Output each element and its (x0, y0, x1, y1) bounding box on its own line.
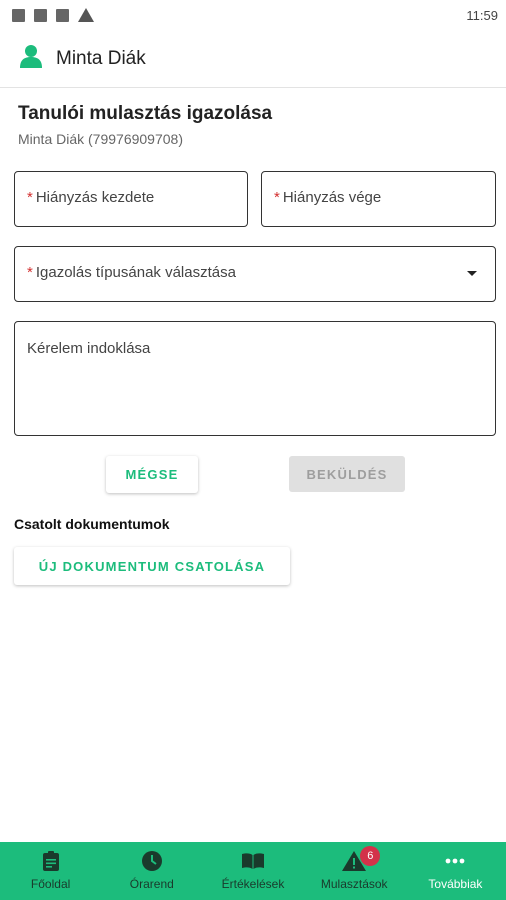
nav-item-timetable[interactable]: Órarend (101, 842, 202, 900)
nav-label: Továbbiak (428, 877, 483, 891)
status-bar: 11:59 (0, 0, 506, 30)
notification-square-icon (34, 8, 47, 22)
add-document-button[interactable]: ÚJ DOKUMENTUM CSATOLÁSA (14, 547, 290, 585)
required-marker: * (274, 189, 280, 206)
nav-item-grades[interactable]: Értékelések (202, 842, 303, 900)
required-marker: * (27, 264, 33, 281)
nav-label: Értékelések (221, 877, 285, 891)
nav-label: Mulasztások (320, 877, 388, 891)
nav-label: Főoldal (30, 877, 71, 891)
reason-textarea[interactable]: Kérelem indoklása (14, 321, 496, 436)
more-dots-icon (445, 851, 465, 871)
nav-item-more[interactable]: Továbbiak (405, 842, 506, 900)
nav-item-absences[interactable]: Mulasztások 6 (304, 842, 405, 900)
person-icon[interactable] (20, 44, 42, 73)
required-marker: * (27, 189, 33, 206)
absence-end-label: Hiányzás vége (282, 189, 382, 206)
absence-start-field[interactable]: * Hiányzás kezdete (14, 171, 248, 227)
page-subtitle: Minta Diák (79976909708) (18, 131, 183, 147)
absence-start-label: Hiányzás kezdete (35, 189, 155, 206)
nav-item-home[interactable]: Főoldal (0, 842, 101, 900)
notification-square-icon (12, 8, 25, 22)
cancel-button[interactable]: MÉGSE (106, 456, 198, 493)
bottom-navigation: Főoldal Órarend Értékelések Mulasztások … (0, 842, 506, 900)
clipboard-icon (42, 851, 60, 871)
app-bar: Minta Diák (0, 30, 506, 88)
clock-icon (141, 851, 162, 871)
justification-type-label: Igazolás típusának választása (35, 264, 236, 281)
attachments-title: Csatolt dokumentumok (14, 516, 170, 532)
submit-button[interactable]: BEKÜLDÉS (289, 456, 405, 492)
nav-label: Órarend (129, 877, 174, 891)
warning-icon (78, 8, 94, 22)
page-title: Tanulói mulasztás igazolása (18, 103, 273, 124)
notification-badge: 6 (360, 846, 381, 866)
notification-square-icon (56, 8, 69, 22)
reason-label: Kérelem indoklása (27, 340, 151, 357)
user-name: Minta Diák (56, 47, 146, 69)
status-time: 11:59 (466, 8, 498, 23)
book-icon (241, 851, 265, 871)
dropdown-arrow-icon[interactable] (467, 271, 477, 276)
absence-end-field[interactable]: * Hiányzás vége (261, 171, 496, 227)
justification-type-select[interactable]: * Igazolás típusának választása (14, 246, 496, 302)
